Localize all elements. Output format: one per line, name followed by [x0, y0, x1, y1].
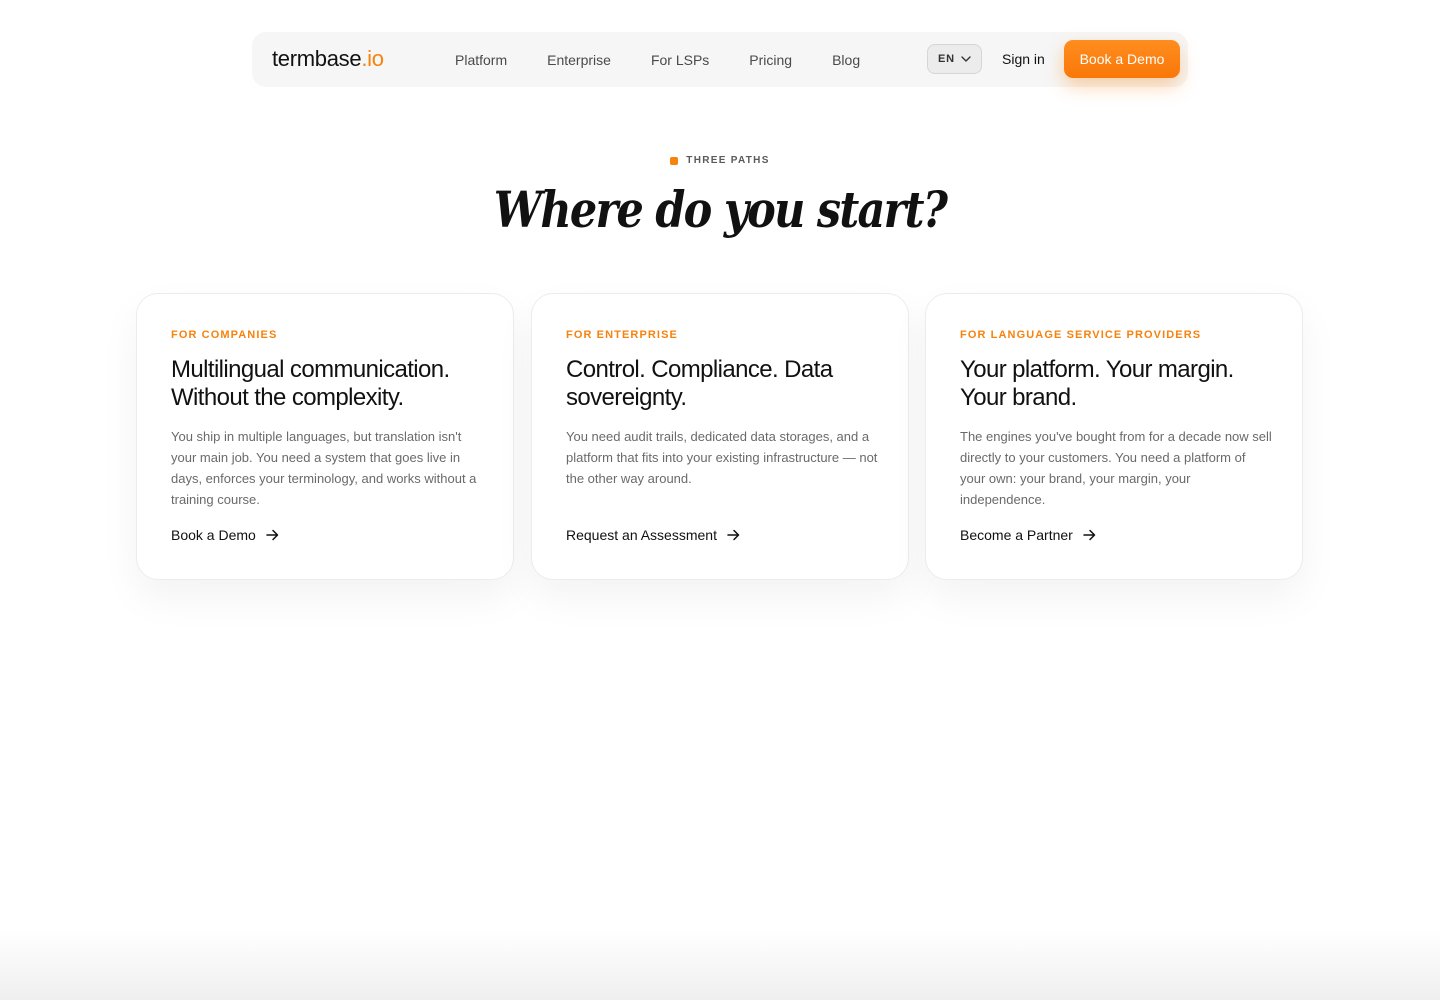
nav-link-for-lsps[interactable]: For LSPs — [651, 52, 709, 68]
section-eyebrow: THREE PATHS — [0, 155, 1440, 166]
arrow-right-icon — [266, 529, 279, 541]
card-companies: FOR COMPANIES Multilingual communication… — [136, 293, 514, 580]
card-tag: FOR COMPANIES — [171, 329, 278, 341]
top-navbar: termbase.io Platform Enterprise For LSPs… — [252, 32, 1188, 87]
card-tag: FOR ENTERPRISE — [566, 329, 678, 341]
eyebrow-dot-icon — [670, 156, 679, 165]
logo[interactable]: termbase.io — [272, 46, 384, 72]
card-tag: FOR LANGUAGE SERVICE PROVIDERS — [960, 329, 1202, 341]
card-enterprise: FOR ENTERPRISE Control. Compliance. Data… — [531, 293, 909, 580]
card-description: You need audit trails, dedicated data st… — [566, 429, 878, 486]
language-code: EN — [938, 53, 955, 65]
arrow-right-icon — [727, 529, 740, 541]
card-cta-label: Book a Demo — [171, 527, 256, 543]
language-selector[interactable]: EN — [927, 44, 982, 74]
card-title: Your platform. Your margin. Your brand. — [960, 356, 1234, 411]
eyebrow-text: THREE PATHS — [686, 155, 770, 166]
bottom-fade — [0, 930, 1440, 1000]
nav-links: Platform Enterprise For LSPs Pricing Blo… — [455, 32, 900, 87]
card-cta-request-assessment[interactable]: Request an Assessment — [566, 527, 740, 543]
card-cta-book-demo[interactable]: Book a Demo — [171, 527, 279, 543]
card-cta-become-partner[interactable]: Become a Partner — [960, 527, 1096, 543]
card-cta-label: Become a Partner — [960, 527, 1073, 543]
chevron-down-icon — [961, 56, 971, 62]
nav-link-enterprise[interactable]: Enterprise — [547, 52, 611, 68]
book-demo-button[interactable]: Book a Demo — [1064, 40, 1180, 78]
logo-wordmark: termbase — [272, 46, 362, 71]
card-language-service-providers: FOR LANGUAGE SERVICE PROVIDERS Your plat… — [925, 293, 1303, 580]
arrow-right-icon — [1083, 529, 1096, 541]
sign-in-link[interactable]: Sign in — [1002, 51, 1045, 67]
logo-accent: .io — [361, 46, 384, 71]
nav-link-platform[interactable]: Platform — [455, 52, 507, 68]
card-description: You ship in multiple languages, but tran… — [171, 429, 477, 507]
nav-link-pricing[interactable]: Pricing — [749, 52, 792, 68]
nav-link-blog[interactable]: Blog — [832, 52, 860, 68]
section-headline: Where do you start? — [493, 180, 948, 239]
card-title: Multilingual communication. Without the … — [171, 356, 450, 411]
card-title: Control. Compliance. Data sovereignty. — [566, 356, 833, 411]
card-cta-label: Request an Assessment — [566, 527, 717, 543]
card-description: The engines you've bought from for a dec… — [960, 429, 1272, 507]
